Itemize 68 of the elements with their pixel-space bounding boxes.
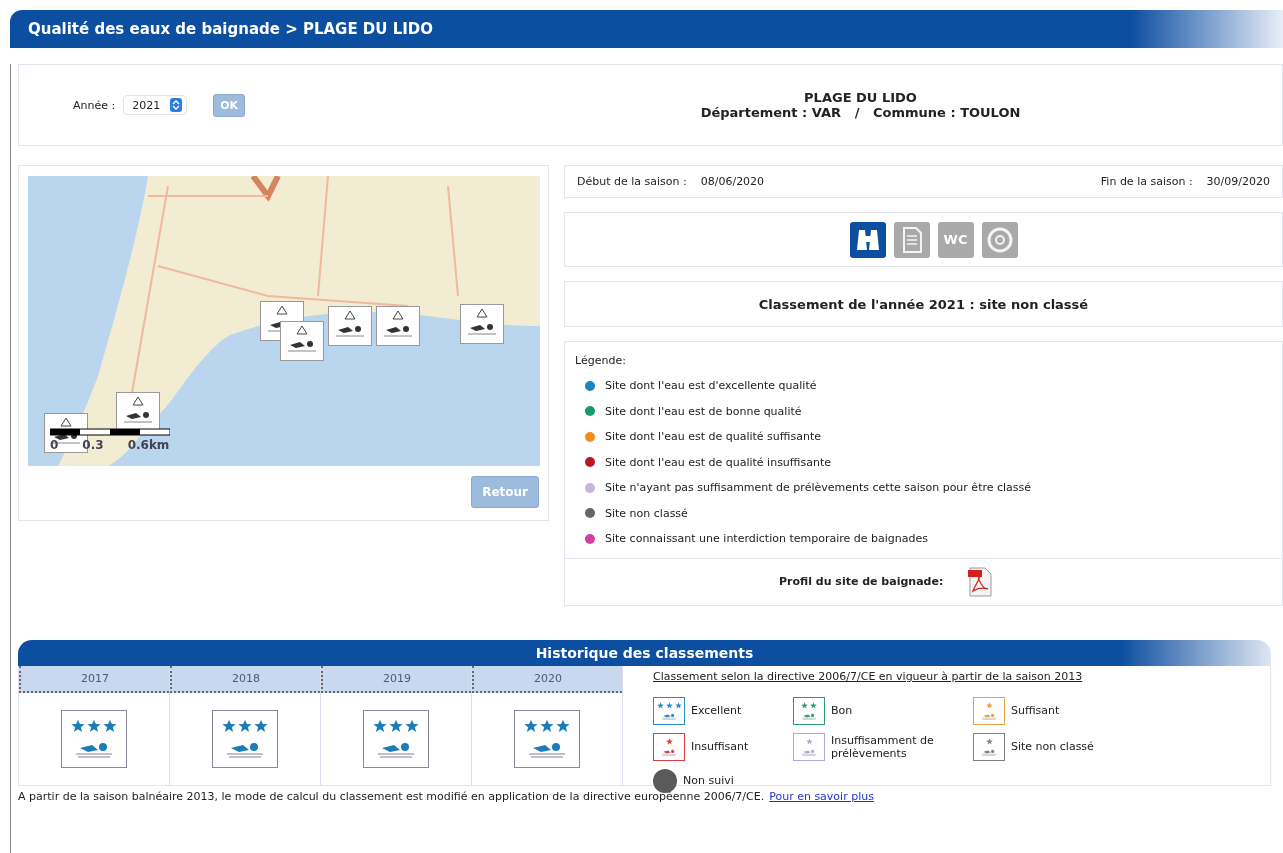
star-icon bbox=[524, 719, 538, 733]
season-start-label: Début de la saison : bbox=[577, 175, 687, 188]
more-info-link[interactable]: Pour en savoir plus bbox=[769, 789, 874, 803]
year-header: 2017 bbox=[19, 665, 169, 693]
legend-text: Site connaissant une interdiction temporaire de baignades bbox=[605, 532, 928, 546]
star-icon bbox=[985, 701, 993, 709]
star-icon bbox=[71, 719, 85, 733]
star-icon bbox=[254, 719, 268, 733]
star-icon bbox=[238, 719, 252, 733]
class-label: Insuffisamment de prélèvements bbox=[831, 733, 935, 760]
document-icon[interactable] bbox=[893, 221, 930, 258]
year-header: 2020 bbox=[472, 665, 622, 693]
footer-text: A partir de la saison balnéaire 2013, le mode de calcul du classement est modifié en application de la directive européenne 2006/7/CE. bbox=[18, 789, 765, 803]
profile-label: Profil du site de baignade: bbox=[779, 575, 944, 588]
star-icon bbox=[540, 719, 554, 733]
star-icon bbox=[405, 719, 419, 733]
star-icon bbox=[665, 737, 673, 745]
year-dropdown[interactable]: 2021 bbox=[123, 95, 188, 115]
star-icon bbox=[373, 719, 387, 733]
legend-title: Légende: bbox=[575, 354, 627, 367]
season-end-label: Fin de la saison : bbox=[1100, 175, 1193, 188]
class-label: Excellent bbox=[691, 704, 742, 717]
star-icon bbox=[556, 719, 570, 733]
classification-text: Classement de l'année 2021 : site non classé bbox=[758, 296, 1089, 312]
year-header: 2019 bbox=[321, 665, 471, 693]
star-icon bbox=[87, 719, 101, 733]
class-label: Suffisant bbox=[1011, 704, 1060, 717]
legend-text: Site dont l'eau est de bonne qualité bbox=[605, 404, 802, 418]
year-header: 2018 bbox=[170, 665, 320, 693]
class-label: Site non classé bbox=[1011, 740, 1094, 753]
back-button[interactable]: Retour bbox=[471, 476, 539, 508]
star-icon bbox=[801, 701, 808, 709]
scale-label: 0.6km bbox=[127, 438, 170, 452]
legend-text: Site dont l'eau est de qualité insuffisante bbox=[605, 455, 831, 469]
scale-label: 0 bbox=[50, 438, 59, 452]
star-icon bbox=[810, 701, 817, 709]
class-label: Insuffisant bbox=[691, 740, 749, 753]
page-title: Qualité des eaux de baignade > PLAGE DU LIDO bbox=[28, 20, 434, 38]
legend-text: Site dont l'eau est de qualité suffisante bbox=[605, 430, 821, 444]
lifebuoy-icon[interactable] bbox=[981, 221, 1018, 258]
star-icon bbox=[805, 737, 813, 745]
swimming-marker-icon bbox=[376, 306, 420, 346]
class-label: Bon bbox=[831, 704, 853, 717]
binoculars-icon[interactable] bbox=[849, 221, 886, 258]
site-location: Département : VAR / Commune : TOULON bbox=[699, 105, 1022, 120]
star-icon bbox=[103, 719, 117, 733]
swimming-marker-icon bbox=[328, 306, 372, 346]
season-end-date: 30/09/2020 bbox=[1206, 175, 1270, 188]
legend-text: Site n'ayant pas suffisamment de prélèvements cette saison pour être classé bbox=[605, 481, 1032, 495]
swimming-marker-icon bbox=[280, 321, 324, 361]
scale-bar-icon bbox=[50, 428, 170, 436]
star-icon bbox=[389, 719, 403, 733]
ok-button[interactable]: OK bbox=[213, 93, 246, 117]
toilets-icon[interactable]: WC bbox=[937, 221, 974, 258]
dropdown-arrows-icon bbox=[170, 98, 183, 112]
star-icon bbox=[222, 719, 236, 733]
star-icon bbox=[985, 737, 993, 745]
legend-text: Site non classé bbox=[605, 506, 688, 520]
legend-text: Site dont l'eau est d'excellente qualité bbox=[605, 379, 817, 393]
scale-label: 0.3 bbox=[82, 438, 104, 452]
season-start-date: 08/06/2020 bbox=[700, 175, 765, 188]
history-title: Historique des classements bbox=[535, 644, 754, 661]
site-name: PLAGE DU LIDO bbox=[803, 90, 918, 105]
pdf-file-icon bbox=[967, 566, 994, 597]
swimming-marker-icon bbox=[460, 304, 504, 344]
year-label: Année : bbox=[73, 98, 116, 112]
class-label: Non suivi bbox=[683, 774, 734, 787]
directive-title: Classement selon la directive 2006/7/CE en vigueur à partir de la saison 2013 bbox=[653, 669, 1083, 683]
